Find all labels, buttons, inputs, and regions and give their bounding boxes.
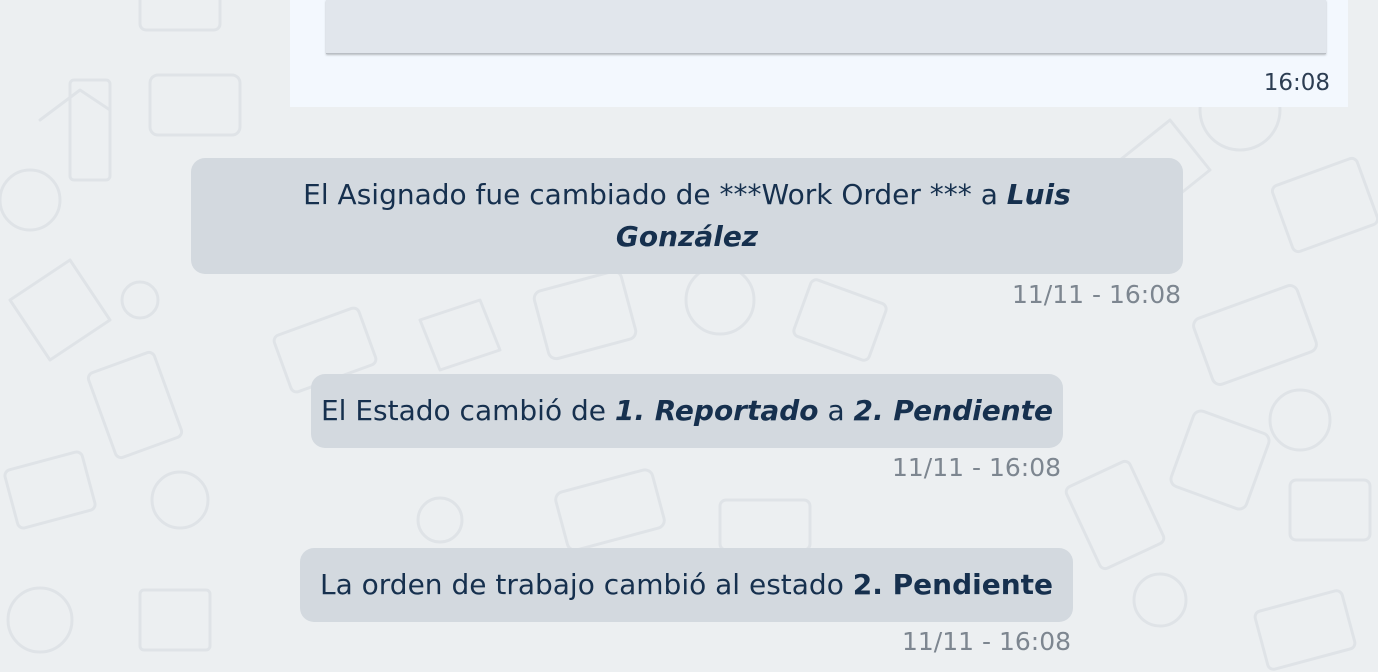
event-timestamp: 11/11 - 16:08 [902,627,1072,656]
system-event-status-change: El Estado cambió de 1. Reportado a 2. Pe… [311,374,1063,448]
message-time: 16:08 [1263,70,1330,96]
chat-thread: 16:08 El Asignado fue cambiado de ***Wor… [0,0,1378,672]
event-text: El Estado cambió de [320,394,615,427]
event-text: El Asignado fue cambiado de ***Work Orde… [303,178,1007,211]
message-attachment-preview[interactable] [326,0,1326,54]
event-old-status: 1. Reportado [614,394,819,427]
event-timestamp: 11/11 - 16:08 [892,453,1062,482]
event-new-status: 2. Pendiente [852,568,1054,601]
system-event-assignee-change: El Asignado fue cambiado de ***Work Orde… [191,158,1183,274]
event-text: La orden de trabajo cambió al estado [319,568,853,601]
event-timestamp: 11/11 - 16:08 [1012,280,1182,309]
outgoing-message[interactable]: 16:08 [290,0,1348,107]
event-connector: a [818,394,854,427]
event-new-status: 2. Pendiente [853,394,1054,427]
system-event-workorder-status: La orden de trabajo cambió al estado 2. … [300,548,1073,622]
